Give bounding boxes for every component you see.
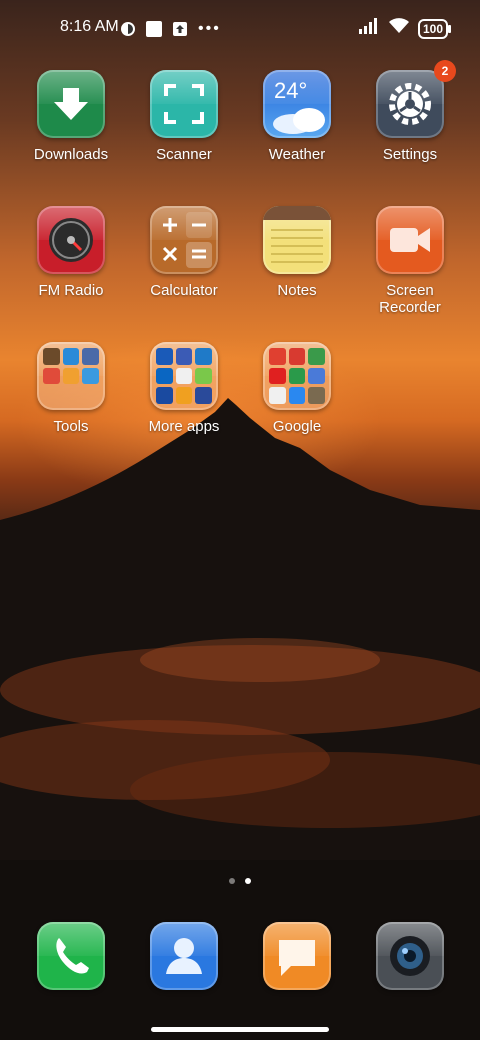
- wifi-icon: [388, 18, 410, 39]
- app-fm-radio[interactable]: FM Radio: [15, 206, 127, 299]
- gear-icon: [376, 70, 444, 138]
- folder-more-apps[interactable]: More apps: [128, 342, 240, 435]
- app-screen-recorder[interactable]: Screen Recorder: [354, 206, 466, 316]
- app-calculator[interactable]: Calculator: [128, 206, 240, 299]
- battery-icon: 100: [417, 18, 452, 39]
- app-scanner[interactable]: Scanner: [128, 70, 240, 163]
- app-weather[interactable]: 24° Weather: [241, 70, 353, 163]
- app-label: Downloads: [33, 146, 109, 163]
- app-label: FM Radio: [38, 282, 104, 299]
- page-dot-active[interactable]: [245, 878, 251, 884]
- app-status-icon: [120, 21, 136, 37]
- dock-camera[interactable]: [354, 922, 466, 990]
- status-notification-icons: •••: [120, 20, 221, 38]
- video-camera-icon: [376, 206, 444, 274]
- dock-messages[interactable]: [241, 922, 353, 990]
- radio-dial-icon: [37, 206, 105, 274]
- app-label: Screen Recorder: [379, 282, 441, 316]
- app-settings[interactable]: 2 Settings: [354, 60, 466, 163]
- folder-icon: [37, 342, 105, 410]
- app-notes[interactable]: Notes: [241, 206, 353, 299]
- notification-square-icon: [146, 21, 162, 37]
- notification-badge: 2: [434, 60, 456, 82]
- more-dots-icon: •••: [198, 20, 221, 37]
- app-label: Settings: [382, 146, 438, 163]
- weather-temperature: 24°: [274, 78, 308, 103]
- dock-contacts[interactable]: [128, 922, 240, 990]
- phone-handset-icon: [37, 922, 105, 990]
- status-bar: 8:16 AM ••• 100: [0, 14, 480, 42]
- download-arrow-icon: [37, 70, 105, 138]
- app-label: Tools: [53, 418, 89, 435]
- folder-icon: [150, 342, 218, 410]
- folder-google[interactable]: Google: [241, 342, 353, 435]
- cloud-icon: 24°: [263, 70, 331, 138]
- app-label: Google: [272, 418, 322, 435]
- page-indicator[interactable]: [0, 878, 480, 884]
- app-downloads[interactable]: Downloads: [15, 70, 127, 163]
- upload-icon: [172, 21, 188, 37]
- folder-tools[interactable]: Tools: [15, 342, 127, 435]
- app-label: More apps: [148, 418, 220, 435]
- calculator-icon: [150, 206, 218, 274]
- scan-frame-icon: [150, 70, 218, 138]
- page-dot[interactable]: [229, 878, 235, 884]
- app-label: Calculator: [150, 282, 218, 299]
- notepad-icon: [263, 206, 331, 274]
- camera-lens-icon: [376, 922, 444, 990]
- signal-icon: [358, 18, 380, 39]
- message-bubble-icon: [263, 922, 331, 990]
- app-label: Notes: [277, 282, 317, 299]
- contact-person-icon: [150, 922, 218, 990]
- app-label: Weather: [268, 146, 326, 163]
- status-time: 8:16 AM: [60, 18, 119, 35]
- home-gesture-bar[interactable]: [151, 1027, 329, 1032]
- folder-icon: [263, 342, 331, 410]
- app-label: Scanner: [156, 146, 212, 163]
- dock-phone[interactable]: [15, 922, 127, 990]
